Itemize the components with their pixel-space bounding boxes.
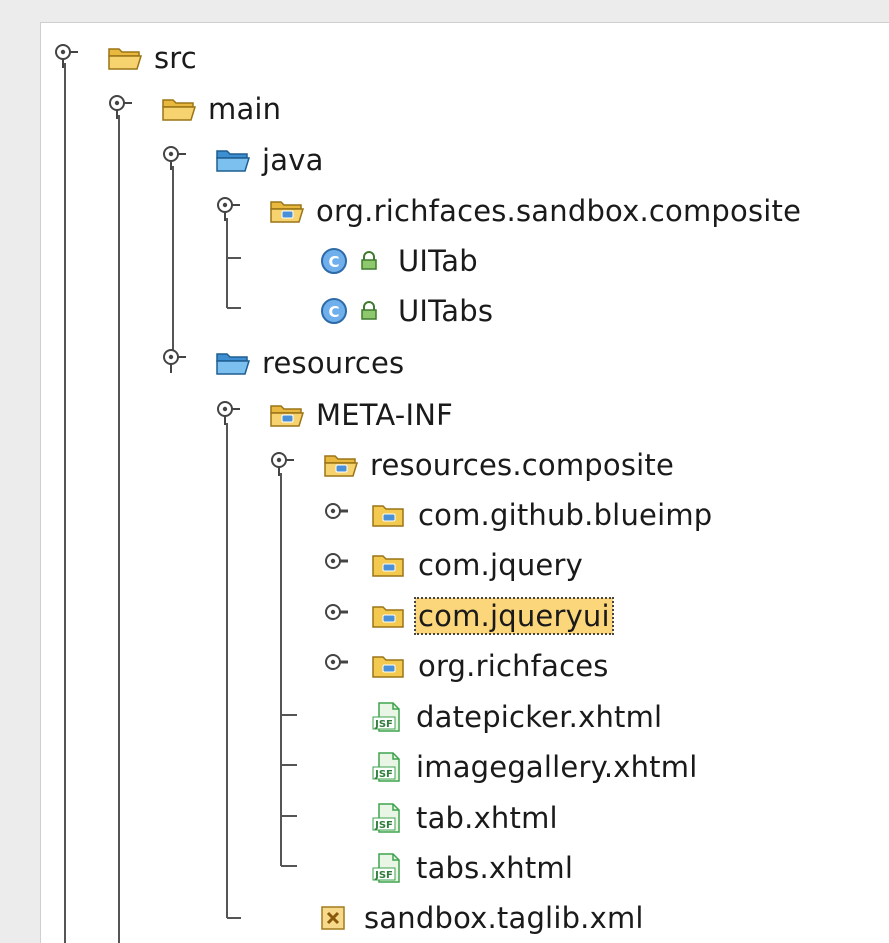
- tree-node-label-selected: com.jqueryui: [414, 597, 614, 635]
- svg-text:JSF: JSF: [374, 870, 393, 881]
- tree-node-label: org.richfaces.sandbox.composite: [316, 194, 802, 228]
- tree-node-java[interactable]: java: [215, 140, 327, 180]
- package-icon: [371, 651, 407, 681]
- tree-node-datepicker-xhtml[interactable]: JSF datepicker.xhtml: [371, 697, 665, 737]
- expand-toggle-com-jqueryui[interactable]: [321, 600, 349, 628]
- tree-node-label: com.github.blueimp: [418, 498, 713, 532]
- lock-icon: [359, 251, 381, 271]
- jsf-file-icon: JSF: [371, 702, 407, 732]
- tree-node-label: java: [262, 143, 324, 177]
- tree-node-meta-inf[interactable]: META-INF: [269, 395, 456, 435]
- tree-node-label: sandbox.taglib.xml: [364, 901, 644, 935]
- tree-node-com-jqueryui[interactable]: com.jqueryui: [371, 596, 614, 636]
- svg-text:JSF: JSF: [374, 719, 393, 730]
- tree-node-resources-composite[interactable]: resources.composite: [323, 445, 677, 485]
- tree-node-com-jquery[interactable]: com.jquery: [371, 545, 586, 585]
- tree-node-label: main: [208, 92, 282, 126]
- tree-node-src[interactable]: src: [107, 38, 200, 78]
- tree-node-tab-xhtml[interactable]: JSF tab.xhtml: [371, 798, 561, 838]
- tree-node-sandbox-taglib-xml[interactable]: sandbox.taglib.xml: [319, 898, 647, 938]
- expand-toggle-resources[interactable]: [159, 345, 187, 373]
- source-folder-icon: [215, 145, 251, 175]
- expand-toggle-pkg-composite[interactable]: [213, 193, 241, 221]
- folder-open-icon: [107, 43, 143, 73]
- package-icon: [371, 550, 407, 580]
- tree-node-label: resources: [262, 346, 405, 380]
- expand-toggle-org-richfaces[interactable]: [321, 650, 349, 678]
- svg-text:JSF: JSF: [374, 769, 393, 780]
- tree-node-label: datepicker.xhtml: [416, 700, 663, 734]
- expand-toggle-com-jquery[interactable]: [321, 549, 349, 577]
- tree-node-label: UITab: [398, 244, 478, 278]
- tree-node-com-github-blueimp[interactable]: com.github.blueimp: [371, 495, 715, 535]
- svg-text:JSF: JSF: [374, 820, 393, 831]
- jsf-file-icon: JSF: [371, 752, 407, 782]
- tree-node-label: tabs.xhtml: [416, 851, 574, 885]
- project-tree-panel: src main java org.richfaces.sandbox.comp…: [40, 22, 889, 943]
- expand-toggle-src[interactable]: [51, 40, 79, 68]
- package-open-icon: [269, 400, 305, 430]
- package-open-icon: [323, 450, 359, 480]
- expand-toggle-meta-inf[interactable]: [213, 397, 241, 425]
- tree-node-package-composite[interactable]: org.richfaces.sandbox.composite: [269, 191, 804, 231]
- tree-node-label: resources.composite: [370, 448, 675, 482]
- tree-node-label: UITabs: [398, 294, 494, 328]
- expand-toggle-java[interactable]: [159, 142, 187, 170]
- expand-toggle-resources-composite[interactable]: [267, 448, 295, 476]
- svg-text:C: C: [328, 253, 339, 271]
- package-icon: [371, 601, 407, 631]
- folder-open-icon: [161, 94, 197, 124]
- svg-text:C: C: [328, 303, 339, 321]
- expand-toggle-com-github-blueimp[interactable]: [321, 499, 349, 527]
- tree-node-org-richfaces[interactable]: org.richfaces: [371, 646, 612, 686]
- source-folder-icon: [215, 348, 251, 378]
- tree-node-uitab[interactable]: C UITab: [319, 241, 481, 281]
- tree-node-imagegallery-xhtml[interactable]: JSF imagegallery.xhtml: [371, 747, 700, 787]
- package-icon: [371, 500, 407, 530]
- tree-node-label: imagegallery.xhtml: [416, 750, 698, 784]
- jsf-file-icon: JSF: [371, 853, 407, 883]
- tree-node-uitabs[interactable]: C UITabs: [319, 291, 496, 331]
- package-open-icon: [269, 196, 305, 226]
- tree-node-label: tab.xhtml: [416, 801, 558, 835]
- class-icon: C: [319, 296, 351, 326]
- tree-node-main[interactable]: main: [161, 89, 284, 129]
- xml-file-icon: [319, 903, 351, 933]
- tree-node-resources[interactable]: resources: [215, 343, 407, 383]
- class-icon: C: [319, 246, 351, 276]
- jsf-file-icon: JSF: [371, 803, 407, 833]
- tree-node-label: src: [154, 41, 197, 75]
- lock-icon: [359, 301, 381, 321]
- tree-node-label: META-INF: [316, 398, 453, 432]
- tree-node-label: com.jquery: [418, 548, 583, 582]
- tree-node-tabs-xhtml[interactable]: JSF tabs.xhtml: [371, 848, 576, 888]
- expand-toggle-main[interactable]: [105, 91, 133, 119]
- tree-node-label: org.richfaces: [418, 649, 609, 683]
